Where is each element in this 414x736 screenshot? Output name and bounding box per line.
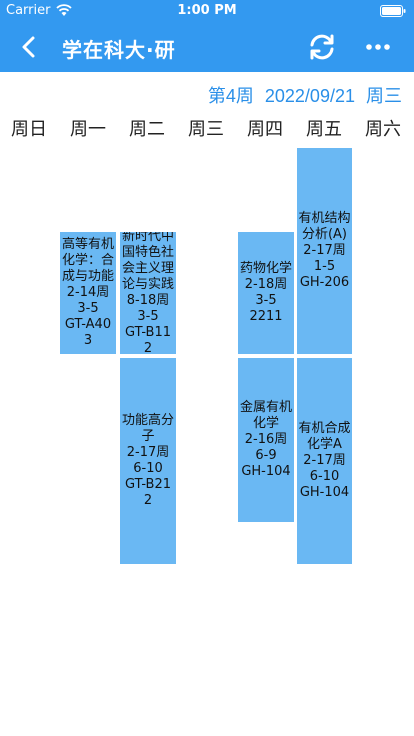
course-room: GH-206 <box>299 275 350 290</box>
current-weekday: 周三 <box>366 86 402 106</box>
course-weeks: 2-16周 <box>244 432 288 447</box>
back-icon[interactable] <box>16 34 42 60</box>
course-weeks: 2-17周 <box>303 453 346 468</box>
page-title: 学在科大·研 <box>62 38 176 62</box>
clock: 1:00 PM <box>177 3 237 18</box>
nav-bar: 学在科大·研 <box>0 22 414 72</box>
weekday-thursday: 周四 <box>247 119 283 140</box>
course-card[interactable]: 有机结构分析(A) 2-17周 1-5 GH-206 <box>297 148 352 354</box>
course-card[interactable]: 药物化学 2-18周 3-5 2211 <box>238 232 294 354</box>
course-name: 功能高分子 <box>121 413 174 444</box>
weekday-wednesday: 周三 <box>188 119 224 140</box>
course-weeks: 2-17周 <box>303 243 346 258</box>
course-card[interactable]: 新时代中国特色社会主义理论与实践 8-18周 3-5 GT-B112 <box>120 232 176 354</box>
course-room: GT-B212 <box>124 477 172 508</box>
weekday-saturday: 周六 <box>365 119 401 140</box>
weekday-friday: 周五 <box>306 119 342 140</box>
course-card[interactable]: 高等有机化学：合成与功能 2-14周 3-5 GT-A403 <box>60 232 116 354</box>
course-card[interactable]: 金属有机化学 2-16周 6-9 GH-104 <box>238 358 294 522</box>
course-periods: 6-10 <box>133 461 163 476</box>
course-name: 高等有机化学：合成与功能 <box>61 237 114 284</box>
course-room: GT-B112 <box>124 325 172 354</box>
course-weeks: 8-18周 <box>126 293 170 308</box>
current-date: 2022/09/21 <box>264 86 355 106</box>
course-periods: 3-5 <box>255 293 277 308</box>
course-name: 有机合成化学A <box>298 421 351 452</box>
week-number: 第4周 <box>207 86 254 106</box>
weekday-monday: 周一 <box>70 119 106 140</box>
battery-icon <box>380 5 406 17</box>
course-room: GT-A403 <box>64 317 112 348</box>
course-card[interactable]: 功能高分子 2-17周 6-10 GT-B212 <box>120 358 176 564</box>
course-card[interactable]: 有机合成化学A 2-17周 6-10 GH-104 <box>297 358 352 564</box>
status-bar: Carrier 1:00 PM <box>0 0 414 22</box>
course-weeks: 2-14周 <box>66 285 110 300</box>
course-periods: 6-9 <box>255 448 277 463</box>
course-periods: 3-5 <box>137 309 159 324</box>
refresh-icon[interactable] <box>306 32 338 62</box>
weekday-header: 周日 周一 周二 周三 周四 周五 周六 <box>0 115 414 140</box>
weekday-tuesday: 周二 <box>129 119 165 140</box>
more-icon[interactable] <box>364 34 392 60</box>
course-name: 药物化学 <box>239 261 292 276</box>
course-room: 2211 <box>249 309 283 324</box>
course-name: 金属有机化学 <box>239 400 292 431</box>
course-weeks: 2-18周 <box>244 277 288 292</box>
course-periods: 3-5 <box>77 301 99 316</box>
course-periods: 6-10 <box>309 469 340 484</box>
course-periods: 1-5 <box>313 259 336 274</box>
weekday-sunday: 周日 <box>11 119 47 140</box>
current-week-info: 第4周 2022/09/21 周三 <box>208 82 402 108</box>
course-weeks: 2-17周 <box>126 445 170 460</box>
course-name: 新时代中国特色社会主义理论与实践 <box>121 232 174 292</box>
course-room: GH-104 <box>299 485 350 500</box>
course-room: GH-104 <box>241 464 291 479</box>
course-name: 有机结构分析(A) <box>298 211 351 242</box>
